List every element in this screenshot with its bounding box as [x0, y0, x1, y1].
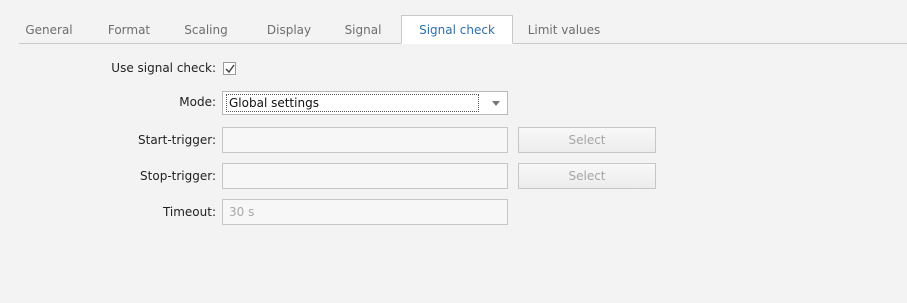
- tab-format[interactable]: Format: [94, 17, 164, 44]
- start-trigger-label: Start-trigger:: [138, 133, 216, 147]
- start-trigger-field[interactable]: [222, 127, 508, 153]
- tab-signal[interactable]: Signal: [333, 17, 393, 44]
- stop-trigger-select-button[interactable]: Select: [518, 163, 656, 189]
- tab-limit-values[interactable]: Limit values: [519, 17, 609, 44]
- start-trigger-select-button[interactable]: Select: [518, 127, 656, 153]
- timeout-label: Timeout:: [162, 205, 216, 219]
- mode-label: Mode:: [179, 95, 216, 109]
- tab-scaling[interactable]: Scaling: [171, 17, 241, 44]
- tab-bar: General Format Scaling Display Signal Si…: [19, 15, 907, 44]
- tab-signal-check[interactable]: Signal check: [401, 15, 513, 44]
- use-signal-check-checkbox[interactable]: [223, 62, 236, 75]
- tab-general[interactable]: General: [19, 17, 79, 44]
- stop-trigger-label: Stop-trigger:: [140, 169, 216, 183]
- mode-select[interactable]: Global settings: [222, 91, 508, 115]
- timeout-field[interactable]: 30 s: [222, 199, 508, 225]
- tab-display[interactable]: Display: [254, 17, 324, 44]
- use-signal-check-label: Use signal check:: [111, 61, 216, 75]
- chevron-down-icon[interactable]: [485, 92, 507, 114]
- stop-trigger-field[interactable]: [222, 163, 508, 189]
- checkmark-icon: [225, 64, 235, 74]
- mode-value: Global settings: [226, 94, 479, 112]
